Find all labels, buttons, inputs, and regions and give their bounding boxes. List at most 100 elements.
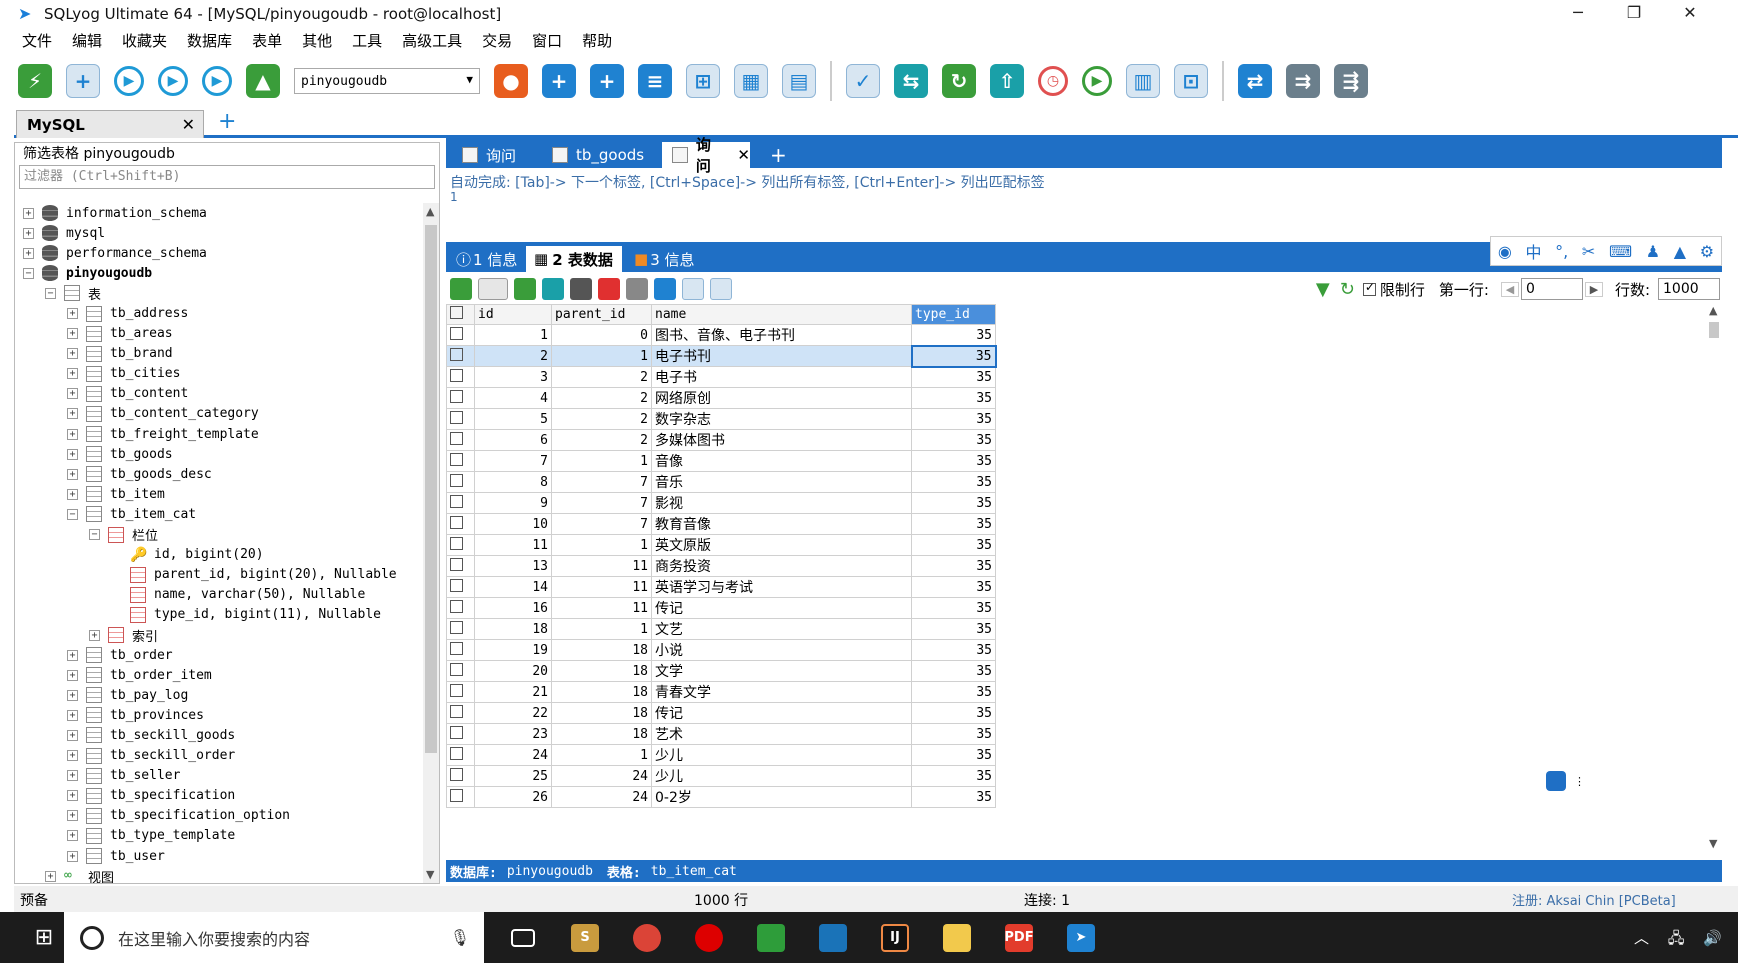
cell-name[interactable]: 音乐 — [651, 471, 912, 494]
data-sync-icon[interactable]: ⇄ — [1238, 64, 1272, 98]
column-header-id[interactable]: id — [474, 304, 552, 326]
expand-icon[interactable]: + — [67, 408, 78, 420]
cell-parent-id[interactable]: 18 — [551, 723, 652, 746]
row-checkbox-cell[interactable] — [446, 660, 475, 683]
execute-edit-icon[interactable]: ▶ — [202, 66, 232, 96]
cell-id[interactable]: 6 — [474, 429, 552, 452]
minimize-button[interactable]: ─ — [1550, 0, 1606, 28]
expand-icon[interactable]: + — [89, 629, 100, 641]
row-checkbox-cell[interactable] — [446, 387, 475, 410]
column-header-type-id[interactable]: type_id — [911, 304, 996, 326]
select-all-checkbox[interactable] — [450, 306, 463, 320]
scrollbar-thumb[interactable] — [425, 225, 437, 753]
row-checkbox-cell[interactable] — [446, 513, 475, 536]
cell-id[interactable]: 7 — [474, 450, 552, 473]
duplicate-row-dropdown-icon[interactable] — [478, 278, 508, 300]
expand-icon[interactable]: + — [67, 850, 78, 862]
tree-indexes-folder[interactable]: + 索引 — [15, 625, 423, 645]
cell-parent-id[interactable]: 18 — [551, 660, 652, 683]
row-checkbox[interactable] — [450, 431, 463, 445]
new-connection-icon[interactable]: ⚡ — [18, 64, 52, 98]
row-checkbox[interactable] — [450, 725, 463, 739]
tree-table-tb_pay_log[interactable]: + tb_pay_log — [15, 685, 423, 705]
row-checkbox[interactable] — [450, 326, 463, 340]
row-checkbox-cell[interactable] — [446, 324, 475, 347]
cell-id[interactable]: 16 — [474, 597, 552, 620]
menu-help[interactable]: 帮助 — [582, 30, 612, 51]
cell-parent-id[interactable]: 11 — [551, 597, 652, 620]
cell-id[interactable]: 23 — [474, 723, 552, 746]
limit-rows-checkbox[interactable]: ✓ — [1362, 280, 1376, 296]
row-checkbox-cell[interactable] — [446, 345, 475, 368]
expand-icon[interactable]: + — [67, 348, 78, 360]
table-diagnostics-icon[interactable]: ▥ — [1126, 64, 1160, 98]
expand-icon[interactable]: + — [67, 368, 78, 380]
editor-line-number[interactable]: 1 — [450, 190, 458, 204]
close-tab-icon[interactable]: ✕ — [182, 115, 195, 134]
cell-type-id[interactable]: 35 — [911, 429, 996, 452]
scroll-down-icon[interactable]: ▼ — [1709, 837, 1717, 850]
row-checkbox[interactable] — [450, 746, 463, 760]
cell-id[interactable]: 25 — [474, 765, 552, 788]
tree-table-tb_type_template[interactable]: + tb_type_template — [15, 826, 423, 846]
alter-table-icon[interactable]: ≡ — [638, 64, 672, 98]
expand-icon[interactable]: + — [67, 448, 78, 460]
first-row-input[interactable]: 0 — [1520, 278, 1583, 300]
scroll-down-icon[interactable]: ▼ — [426, 868, 434, 881]
tree-table-tb_cities[interactable]: + tb_cities — [15, 364, 423, 384]
row-checkbox-cell[interactable] — [446, 702, 475, 725]
table-row[interactable]: 25 24 少儿 35 — [446, 765, 996, 788]
database-select[interactable]: pinyougoudb ▼ — [294, 68, 480, 94]
collapse-icon[interactable]: − — [67, 508, 78, 520]
row-checkbox-cell[interactable] — [446, 471, 475, 494]
row-checkbox[interactable] — [450, 473, 463, 487]
cell-parent-id[interactable]: 7 — [551, 513, 652, 536]
cell-type-id[interactable]: 35 — [911, 639, 996, 662]
filter-input[interactable]: 过滤器 (Ctrl+Shift+B) — [19, 165, 435, 189]
table-row[interactable]: 7 1 音像 35 — [446, 450, 996, 473]
cell-parent-id[interactable]: 2 — [551, 429, 652, 452]
row-checkbox[interactable] — [450, 788, 463, 802]
cell-type-id[interactable]: 35 — [911, 597, 996, 620]
row-checkbox[interactable] — [450, 347, 463, 361]
tree-views-folder[interactable]: + ∞ 视图 — [15, 866, 423, 883]
database-migrate-icon[interactable]: ⇶ — [1334, 64, 1368, 98]
close-tab-icon[interactable]: ✕ — [737, 146, 750, 164]
cell-type-id[interactable]: 35 — [911, 471, 996, 494]
cell-type-id[interactable]: 35 — [911, 450, 996, 473]
cell-name[interactable]: 艺术 — [651, 723, 912, 746]
table-row[interactable]: 19 18 小说 35 — [446, 639, 996, 662]
cell-name[interactable]: 传记 — [651, 597, 912, 620]
table-row[interactable]: 26 24 0-2岁 35 — [446, 786, 996, 809]
cell-name[interactable]: 教育音像 — [651, 513, 912, 536]
schema-sync-icon[interactable]: ⊡ — [1174, 64, 1208, 98]
tree-table-tb_specification_option[interactable]: + tb_specification_option — [15, 806, 423, 826]
table-row[interactable]: 11 1 英文原版 35 — [446, 534, 996, 557]
chrome-icon[interactable] — [624, 912, 670, 963]
cell-parent-id[interactable]: 2 — [551, 408, 652, 431]
row-checkbox[interactable] — [450, 389, 463, 403]
cell-parent-id[interactable]: 24 — [551, 786, 652, 809]
import-icon[interactable]: ⇆ — [894, 64, 928, 98]
tray-network-icon[interactable]: 🖧 — [1668, 929, 1685, 947]
cell-id[interactable]: 21 — [474, 681, 552, 704]
expand-icon[interactable]: + — [67, 388, 78, 400]
cell-name[interactable]: 电子书 — [651, 366, 912, 389]
ime-logo-icon[interactable]: ◉ — [1498, 242, 1512, 261]
row-checkbox[interactable] — [450, 515, 463, 529]
menu-edit[interactable]: 编辑 — [72, 30, 102, 51]
row-checkbox[interactable] — [450, 662, 463, 676]
expand-icon[interactable]: + — [67, 308, 78, 320]
cell-type-id[interactable]: 35 — [911, 324, 996, 347]
next-page-icon[interactable]: ▶ — [1584, 281, 1603, 297]
cell-type-id[interactable]: 35 — [911, 618, 996, 641]
cell-id[interactable]: 4 — [474, 387, 552, 410]
tree-table-tb_content[interactable]: + tb_content — [15, 384, 423, 404]
refresh-data-icon[interactable]: ↻ — [1340, 279, 1355, 300]
export-icon[interactable]: ✓ — [846, 64, 880, 98]
tree-table-tb_seller[interactable]: + tb_seller — [15, 766, 423, 786]
cell-id[interactable]: 24 — [474, 744, 552, 767]
cell-id[interactable]: 5 — [474, 408, 552, 431]
table-row[interactable]: 2 1 电子书刊 35 — [446, 344, 997, 368]
menu-favorites[interactable]: 收藏夹 — [122, 30, 167, 51]
